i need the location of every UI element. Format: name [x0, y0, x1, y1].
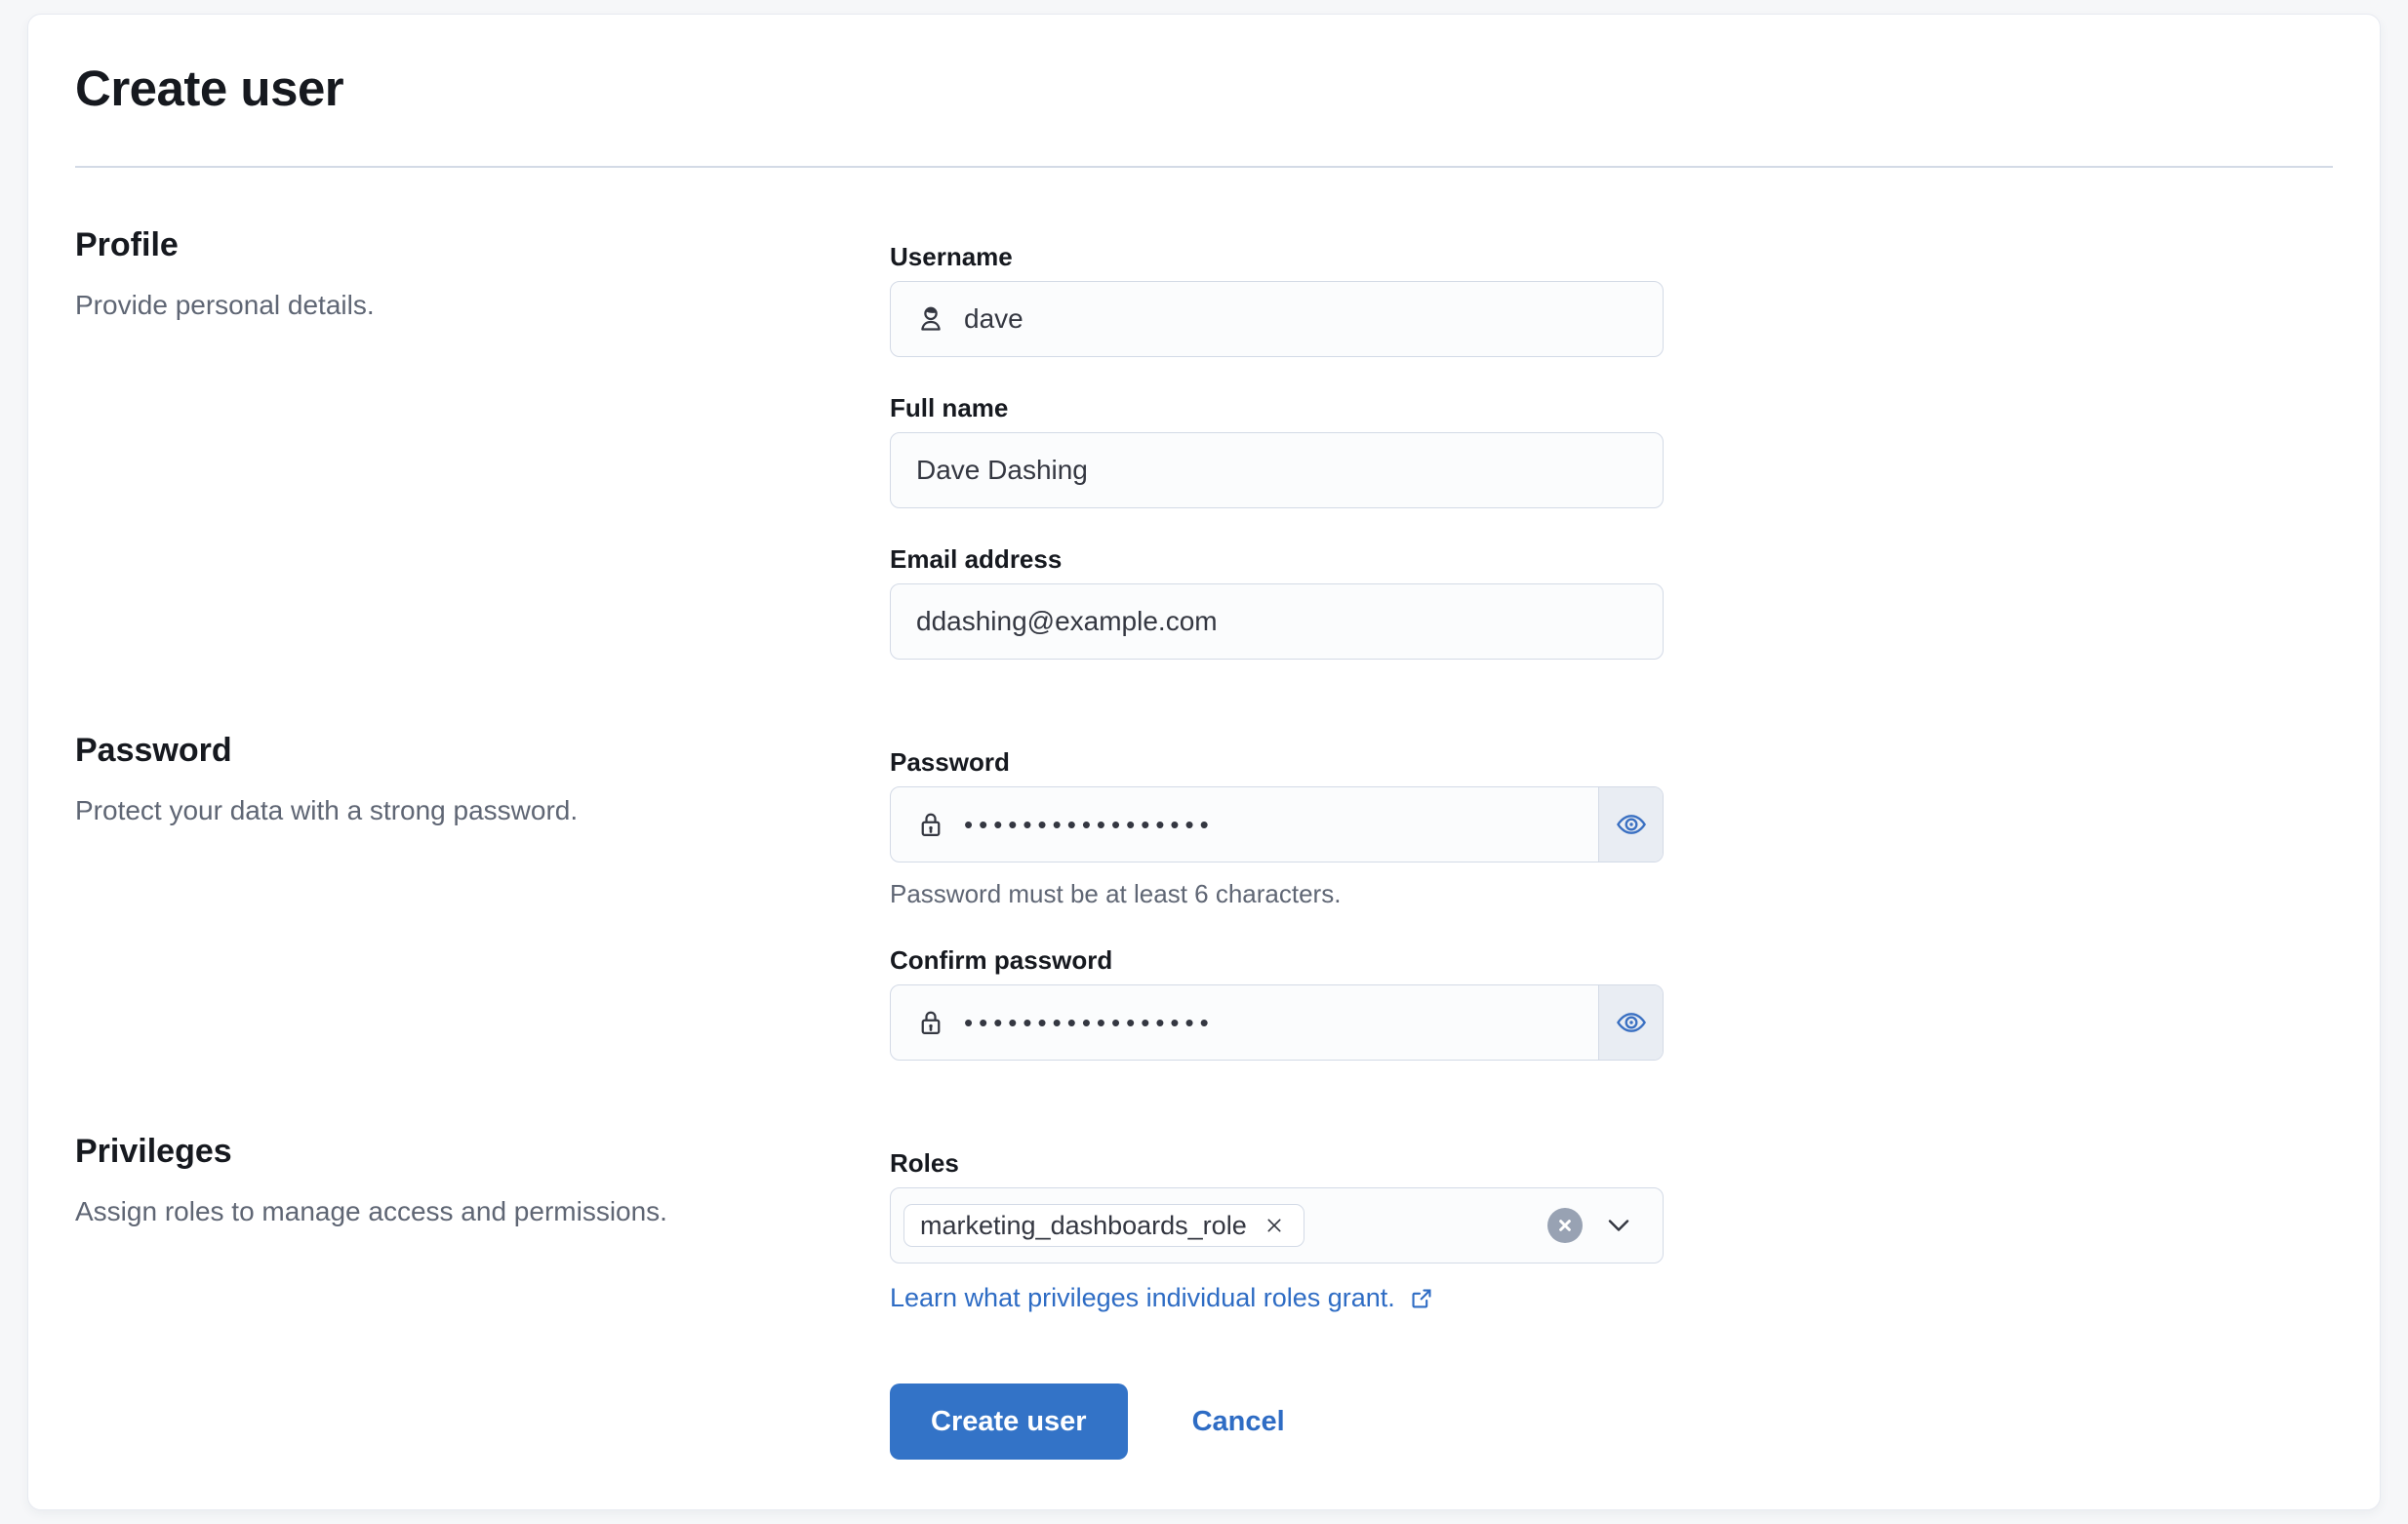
create-user-panel: Create user Profile Provide personal det…	[27, 14, 2381, 1510]
section-heading-password: Password	[75, 730, 890, 771]
confirm-password-visibility-toggle[interactable]	[1598, 985, 1663, 1060]
create-user-button[interactable]: Create user	[890, 1384, 1128, 1460]
section-desc-privileges: Assign roles to manage access and permis…	[75, 1194, 890, 1229]
roles-privileges-link[interactable]: Learn what privileges individual roles g…	[890, 1283, 1395, 1313]
clear-circle-icon[interactable]	[1547, 1208, 1583, 1243]
section-privileges-intro: Privileges Assign roles to manage access…	[75, 1131, 890, 1313]
section-privileges: Privileges Assign roles to manage access…	[75, 1131, 2333, 1313]
x-icon[interactable]	[1261, 1212, 1288, 1239]
password-group: Password •••••••••••••••••	[890, 747, 1664, 909]
confirm-password-input-wrap: •••••••••••••••••	[890, 984, 1664, 1061]
title-divider	[75, 166, 2333, 168]
eye-icon	[1615, 808, 1648, 841]
confirm-password-input[interactable]: •••••••••••••••••	[964, 1008, 1573, 1038]
roles-combobox[interactable]: marketing_dashboards_role	[890, 1187, 1664, 1263]
password-input[interactable]: •••••••••••••••••	[964, 810, 1573, 840]
full-name-group: Full name	[890, 393, 1664, 508]
form-sections: Profile Provide personal details. Userna…	[75, 224, 2333, 1313]
eye-icon	[1615, 1006, 1648, 1039]
section-privileges-fields: Roles marketing_dashboards_role	[890, 1131, 1664, 1313]
role-pill-label: marketing_dashboards_role	[920, 1211, 1247, 1241]
email-field[interactable]	[916, 584, 1637, 659]
roles-group: Roles marketing_dashboards_role	[890, 1148, 1664, 1313]
section-desc-profile: Provide personal details.	[75, 288, 890, 323]
user-icon	[916, 304, 945, 334]
section-profile-fields: Username Full name	[890, 224, 1664, 660]
section-password-fields: Password •••••••••••••••••	[890, 730, 1664, 1061]
section-desc-password: Protect your data with a strong password…	[75, 793, 890, 828]
section-profile: Profile Provide personal details. Userna…	[75, 224, 2333, 660]
full-name-input[interactable]	[916, 433, 1637, 507]
username-input[interactable]	[964, 282, 1637, 356]
password-visibility-toggle[interactable]	[1598, 787, 1663, 862]
confirm-password-label: Confirm password	[890, 945, 1664, 975]
password-help-text: Password must be at least 6 characters.	[890, 878, 1664, 909]
full-name-input-wrap	[890, 432, 1664, 508]
section-password-intro: Password Protect your data with a strong…	[75, 730, 890, 1061]
password-label: Password	[890, 747, 1664, 777]
email-label: Email address	[890, 544, 1664, 574]
chevron-down-icon[interactable]	[1604, 1211, 1633, 1240]
lock-icon	[916, 1008, 945, 1037]
username-group: Username	[890, 242, 1664, 357]
roles-label: Roles	[890, 1148, 1664, 1178]
email-group: Email address	[890, 544, 1664, 660]
section-profile-intro: Profile Provide personal details.	[75, 224, 890, 660]
roles-link-row: Learn what privileges individual roles g…	[890, 1283, 1664, 1313]
username-label: Username	[890, 242, 1664, 271]
cancel-button[interactable]: Cancel	[1192, 1406, 1285, 1438]
role-pill[interactable]: marketing_dashboards_role	[903, 1204, 1304, 1247]
lock-icon	[916, 810, 945, 839]
section-password: Password Protect your data with a strong…	[75, 730, 2333, 1061]
email-input-wrap	[890, 583, 1664, 660]
username-input-wrap	[890, 281, 1664, 357]
password-input-wrap: •••••••••••••••••	[890, 786, 1664, 862]
roles-combobox-controls	[1547, 1188, 1633, 1263]
confirm-password-group: Confirm password •••••••••••••••••	[890, 945, 1664, 1061]
full-name-label: Full name	[890, 393, 1664, 422]
form-actions: Create user Cancel	[890, 1384, 2333, 1460]
external-link-icon	[1409, 1286, 1434, 1311]
page-title: Create user	[75, 58, 2333, 120]
section-heading-profile: Profile	[75, 224, 890, 265]
section-heading-privileges: Privileges	[75, 1131, 890, 1172]
